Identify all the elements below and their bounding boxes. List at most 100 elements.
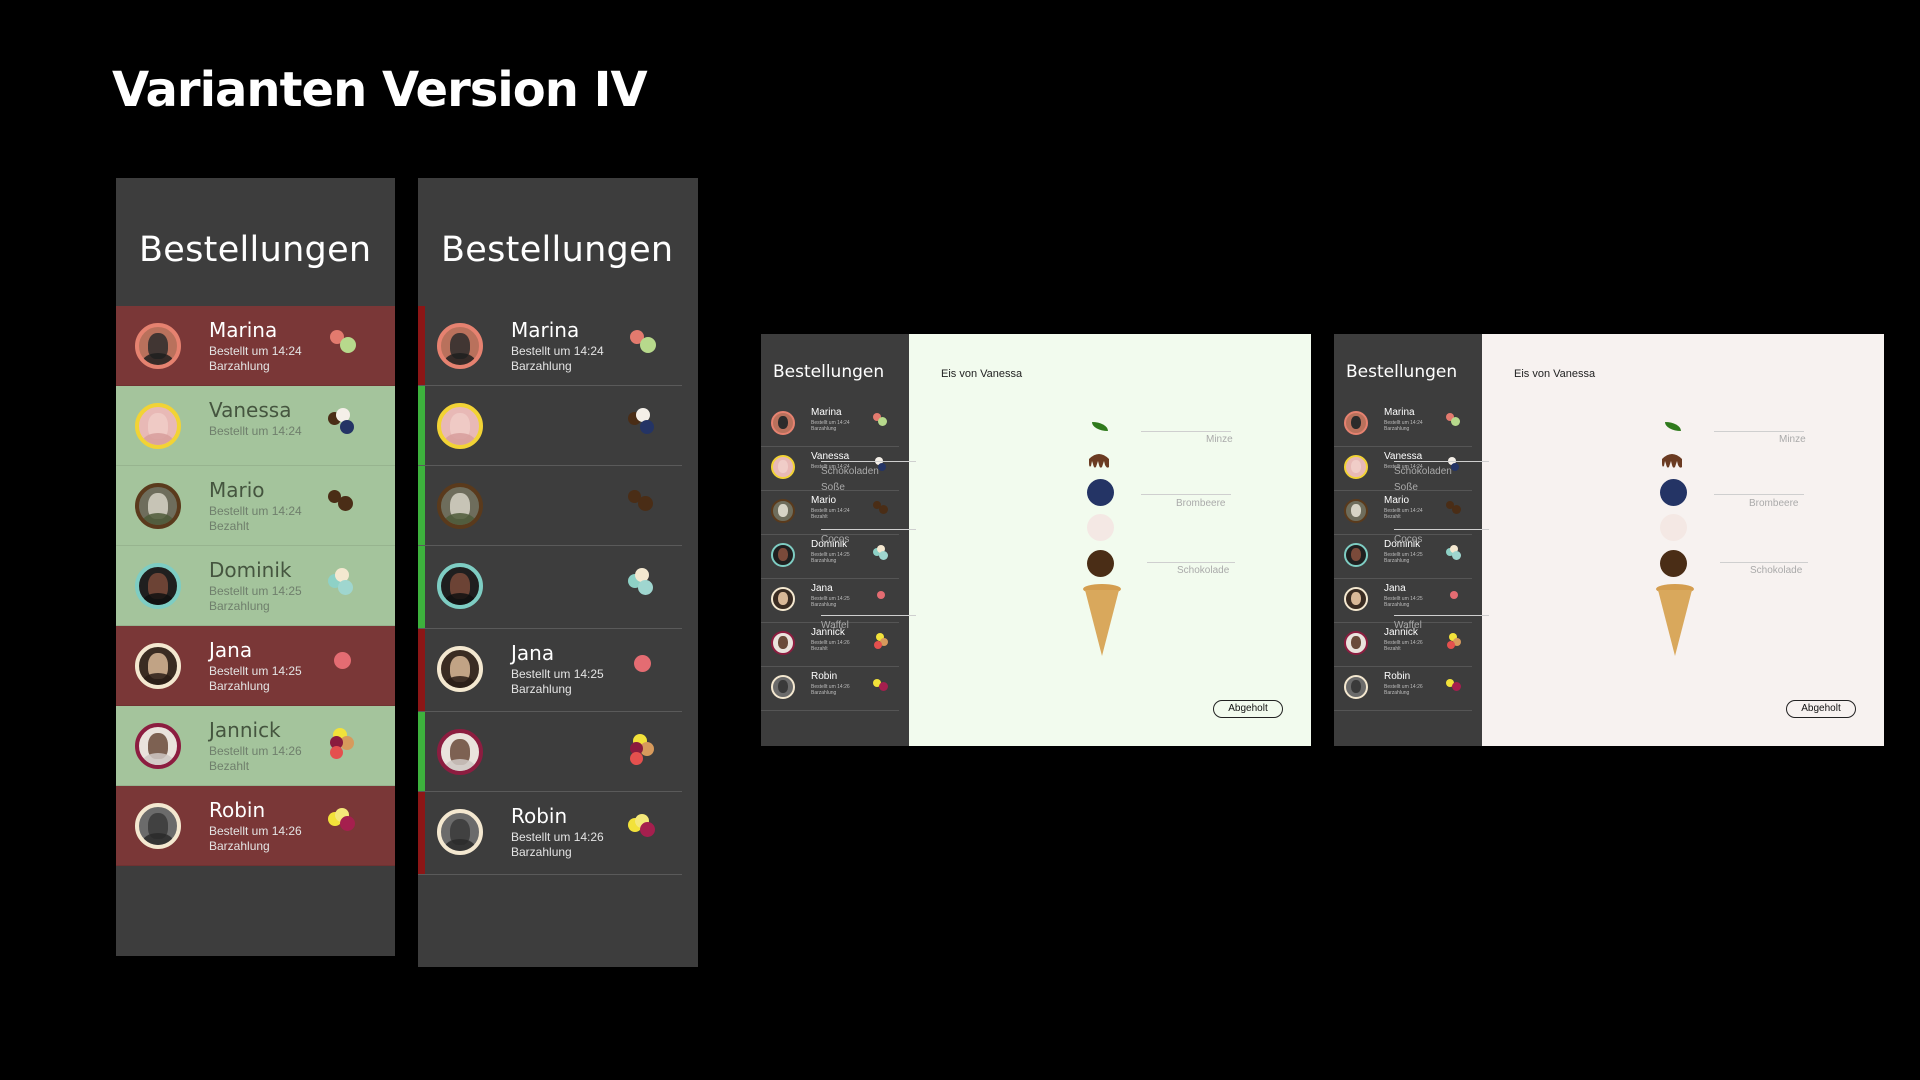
order-payment: Barzahlung	[811, 426, 837, 432]
flavor-dots	[873, 545, 891, 563]
ingredient-line	[1720, 562, 1808, 563]
sidebar-order-robin[interactable]: Robin Bestellt um 14:26 Barzahlung	[761, 667, 899, 711]
ingredient-line	[1147, 562, 1235, 563]
order-row-vanessa[interactable]	[418, 386, 682, 466]
mint-leaf-icon	[1092, 422, 1108, 431]
ingredient-label-cocos: Cocos	[1394, 534, 1423, 545]
ingredient-label-minze: Minze	[1779, 434, 1806, 445]
order-payment: Barzahlung	[511, 682, 572, 696]
avatar	[135, 643, 181, 689]
status-edge	[418, 386, 425, 465]
order-name: Jana	[811, 583, 833, 594]
flavor-dots	[628, 734, 668, 774]
avatar	[437, 729, 483, 775]
order-time: Bestellt um 14:26	[209, 824, 302, 838]
order-payment: Barzahlung	[209, 599, 270, 613]
sidebar-order-robin[interactable]: Robin Bestellt um 14:26 Barzahlung	[1334, 667, 1472, 711]
order-name: Dominik	[209, 558, 292, 582]
ingredient-line	[1714, 431, 1804, 432]
flavor-dots	[328, 488, 368, 528]
order-payment: Barzahlung	[1384, 426, 1410, 432]
status-edge	[418, 306, 425, 385]
avatar	[771, 543, 795, 567]
sidebar-heading: Bestellungen	[773, 362, 885, 382]
mint-leaf-icon	[1665, 422, 1681, 431]
avatar	[1344, 455, 1368, 479]
flavor-dots	[873, 501, 891, 519]
order-name: Jana	[209, 638, 253, 662]
avatar	[771, 455, 795, 479]
status-edge	[418, 629, 425, 711]
order-payment: Bezahlt	[209, 759, 250, 773]
flavor-dots	[1446, 501, 1464, 519]
avatar	[135, 803, 181, 849]
sidebar-order-marina[interactable]: Marina Bestellt um 14:24 Barzahlung	[1334, 403, 1472, 447]
avatar	[771, 411, 795, 435]
status-edge	[418, 712, 425, 791]
order-name: Jana	[1384, 583, 1406, 594]
avatar	[437, 563, 483, 609]
sidebar-order-jana[interactable]: Jana Bestellt um 14:25 Barzahlung	[1334, 579, 1472, 623]
order-payment: Barzahlung	[811, 558, 837, 564]
avatar	[1344, 499, 1368, 523]
order-row-dominik[interactable]: Dominik Bestellt um 14:25 Barzahlung	[116, 546, 395, 626]
avatar	[135, 323, 181, 369]
sidebar-order-marina[interactable]: Marina Bestellt um 14:24 Barzahlung	[761, 403, 899, 447]
order-row-dominik[interactable]	[418, 546, 682, 629]
ingredient-line	[1141, 431, 1231, 432]
order-time: Bestellt um 14:25	[209, 664, 302, 678]
picked-up-button[interactable]: Abgeholt	[1213, 700, 1283, 718]
order-row-marina[interactable]: Marina Bestellt um 14:24 Barzahlung	[418, 306, 682, 386]
order-payment: Barzahlung	[511, 845, 572, 859]
avatar	[771, 631, 795, 655]
order-row-mario[interactable]: Mario Bestellt um 14:24 Bezahlt	[116, 466, 395, 546]
order-time: Bestellt um 14:24	[209, 424, 302, 438]
avatar	[437, 809, 483, 855]
flavor-dots	[628, 488, 668, 528]
sidebar-heading: Bestellungen	[1346, 362, 1458, 382]
flavor-dots	[1446, 633, 1464, 651]
order-name: Mario	[811, 495, 837, 506]
detail-title: Eis von Vanessa	[941, 368, 1023, 380]
avatar	[771, 587, 795, 611]
order-row-marina[interactable]: Marina Bestellt um 14:24 Barzahlung	[116, 306, 395, 386]
ingredient-line	[821, 615, 916, 616]
avatar	[135, 563, 181, 609]
order-row-mario[interactable]	[418, 466, 682, 546]
flavor-dots	[628, 651, 668, 691]
flavor-dots	[328, 808, 368, 848]
scoop-schokolade	[1087, 550, 1114, 577]
avatar	[1344, 543, 1368, 567]
order-row-jannick[interactable]: Jannick Bestellt um 14:26 Bezahlt	[116, 706, 395, 786]
order-time: Bestellt um 14:26	[209, 744, 302, 758]
flavor-dots	[628, 408, 668, 448]
scoop-cocos	[1660, 514, 1687, 541]
order-row-jannick[interactable]	[418, 712, 682, 792]
flavor-dots	[328, 408, 368, 448]
sidebar-order-jana[interactable]: Jana Bestellt um 14:25 Barzahlung	[761, 579, 899, 623]
order-name: Mario	[209, 478, 265, 502]
avatar	[1344, 587, 1368, 611]
order-row-robin[interactable]: Robin Bestellt um 14:26 Barzahlung	[418, 792, 682, 875]
avatar	[135, 483, 181, 529]
avatar	[1344, 411, 1368, 435]
flavor-dots	[328, 328, 368, 368]
order-name: Robin	[511, 804, 568, 828]
avatar	[437, 483, 483, 529]
ingredient-label-brombeere: Brombeere	[1176, 498, 1226, 509]
order-payment: Barzahlung	[209, 839, 270, 853]
flavor-dots	[328, 728, 368, 768]
flavor-dots	[328, 568, 368, 608]
order-name: Marina	[1384, 407, 1415, 418]
ingredient-label-schokoladen: Schokoladen	[821, 466, 879, 477]
chocolate-sauce-icon	[1662, 454, 1682, 468]
avatar	[437, 403, 483, 449]
ingredient-label-cocos: Cocos	[821, 534, 850, 545]
panel-heading: Bestellungen	[441, 230, 674, 270]
order-row-jana[interactable]: Jana Bestellt um 14:25 Barzahlung	[418, 629, 682, 712]
order-detail-screen-pink: Bestellungen Marina Bestellt um 14:24 Ba…	[1334, 334, 1884, 746]
order-row-jana[interactable]: Jana Bestellt um 14:25 Barzahlung	[116, 626, 395, 706]
picked-up-button[interactable]: Abgeholt	[1786, 700, 1856, 718]
order-row-robin[interactable]: Robin Bestellt um 14:26 Barzahlung	[116, 786, 395, 866]
order-row-vanessa[interactable]: Vanessa Bestellt um 14:24	[116, 386, 395, 466]
